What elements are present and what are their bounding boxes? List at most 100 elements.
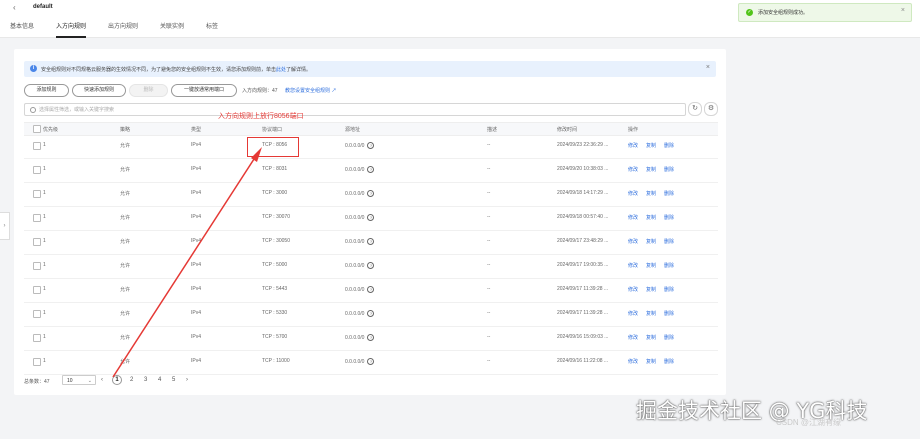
edit-button[interactable]: 修改 <box>628 142 638 149</box>
tab-basic-info[interactable]: 基本信息 <box>10 21 34 30</box>
teach-link[interactable]: 教您设置安全组规则 ↗ <box>285 87 336 94</box>
delete-rule-button[interactable]: 删除 <box>664 166 674 173</box>
cell-type: IPv4 <box>191 214 202 220</box>
help-icon[interactable]: ? <box>367 286 375 293</box>
help-icon[interactable]: ? <box>367 358 375 365</box>
search-input[interactable] <box>39 105 639 114</box>
table-row: 1 允许 IPv4 TCP : 30070 0.0.0.0/0? -- 2024/09/18… <box>24 206 718 231</box>
edit-button[interactable]: 修改 <box>628 286 638 293</box>
copy-button[interactable]: 复制 <box>646 214 656 221</box>
edit-button[interactable]: 修改 <box>628 334 638 341</box>
cell-priority: 1 <box>43 214 46 220</box>
copy-button[interactable]: 复制 <box>646 358 656 365</box>
quick-add-rule-button[interactable]: 快速添加规则 <box>72 84 126 97</box>
row-checkbox[interactable] <box>33 142 41 150</box>
chevron-left-icon[interactable]: ‹ <box>13 3 16 12</box>
allow-common-ports-button[interactable]: 一键放通常用端口 <box>171 84 237 97</box>
col-type[interactable]: 类型 <box>191 126 201 133</box>
help-icon[interactable]: ? <box>367 238 375 245</box>
copy-button[interactable]: 复制 <box>646 310 656 317</box>
help-icon[interactable]: ? <box>367 142 375 149</box>
tab-tags[interactable]: 标签 <box>206 21 218 30</box>
row-checkbox[interactable] <box>33 238 41 246</box>
help-icon[interactable]: ? <box>367 262 375 269</box>
page-2[interactable]: 2 <box>130 377 133 383</box>
row-checkbox[interactable] <box>33 214 41 222</box>
col-policy[interactable]: 策略 <box>120 126 130 133</box>
row-checkbox[interactable] <box>33 166 41 174</box>
delete-rule-button[interactable]: 删除 <box>664 238 674 245</box>
row-checkbox[interactable] <box>33 190 41 198</box>
delete-rule-button[interactable]: 删除 <box>664 262 674 269</box>
col-modified-time[interactable]: 修改时间 <box>557 126 577 133</box>
copy-button[interactable]: 复制 <box>646 238 656 245</box>
cell-port: TCP : 11000 <box>262 358 290 364</box>
row-checkbox[interactable] <box>33 262 41 270</box>
row-checkbox[interactable] <box>33 310 41 318</box>
delete-rule-button[interactable]: 删除 <box>664 334 674 341</box>
edit-button[interactable]: 修改 <box>628 358 638 365</box>
help-icon[interactable]: ? <box>367 190 375 197</box>
tab-inbound-rules[interactable]: 入方向规则 <box>56 21 87 38</box>
edit-button[interactable]: 修改 <box>628 166 638 173</box>
help-icon[interactable]: ? <box>367 166 375 173</box>
row-checkbox[interactable] <box>33 358 41 366</box>
help-icon[interactable]: ? <box>367 310 375 317</box>
copy-button[interactable]: 复制 <box>646 334 656 341</box>
tab-associated-instances[interactable]: 关联实例 <box>160 21 184 30</box>
add-rule-button[interactable]: 添加规则 <box>24 84 69 97</box>
close-icon[interactable]: × <box>901 7 905 14</box>
copy-button[interactable]: 复制 <box>646 142 656 149</box>
csdn-watermark: CSDN @江湖有缘 <box>776 418 842 427</box>
edit-button[interactable]: 修改 <box>628 238 638 245</box>
copy-button[interactable]: 复制 <box>646 262 656 269</box>
table-row: 1 允许 IPv4 TCP : 5443 0.0.0.0/0? -- 2024/09/17 … <box>24 278 718 303</box>
prev-page-button[interactable]: ‹ <box>101 377 103 383</box>
delete-rule-button[interactable]: 删除 <box>664 190 674 197</box>
col-port[interactable]: 协议端口 <box>262 126 282 133</box>
sidebar-toggle[interactable]: › <box>0 212 10 240</box>
annotation-highlight-box <box>247 137 299 157</box>
info-link[interactable]: 此处 <box>276 67 286 73</box>
page-4[interactable]: 4 <box>158 377 161 383</box>
delete-rule-button[interactable]: 删除 <box>664 142 674 149</box>
search-box <box>24 103 686 116</box>
col-priority[interactable]: 优先级 <box>43 126 58 133</box>
row-checkbox[interactable] <box>33 334 41 342</box>
tab-outbound-rules[interactable]: 出方向规则 <box>108 21 138 30</box>
edit-button[interactable]: 修改 <box>628 190 638 197</box>
col-source[interactable]: 源地址 <box>345 126 360 133</box>
gear-icon[interactable]: ⚙ <box>704 102 718 116</box>
copy-button[interactable]: 复制 <box>646 190 656 197</box>
help-icon[interactable]: ? <box>367 334 375 341</box>
page-size-select[interactable]: 10 ⌄ <box>62 375 96 385</box>
delete-rule-button[interactable]: 删除 <box>664 286 674 293</box>
edit-button[interactable]: 修改 <box>628 310 638 317</box>
page-3[interactable]: 3 <box>144 377 147 383</box>
delete-rule-button[interactable]: 删除 <box>664 310 674 317</box>
delete-rule-button[interactable]: 删除 <box>664 214 674 221</box>
cell-source: 0.0.0.0/0? <box>345 142 375 149</box>
row-checkbox[interactable] <box>33 286 41 294</box>
refresh-icon[interactable]: ↻ <box>688 102 702 116</box>
edit-button[interactable]: 修改 <box>628 214 638 221</box>
select-all-checkbox[interactable] <box>33 125 41 133</box>
delete-rule-button[interactable]: 删除 <box>664 358 674 365</box>
copy-button[interactable]: 复制 <box>646 286 656 293</box>
col-description[interactable]: 描述 <box>487 126 497 133</box>
cell-priority: 1 <box>43 286 46 292</box>
page-5[interactable]: 5 <box>172 377 175 383</box>
copy-button[interactable]: 复制 <box>646 166 656 173</box>
delete-button[interactable]: 删除 <box>129 84 168 97</box>
edit-button[interactable]: 修改 <box>628 262 638 269</box>
help-icon[interactable]: ? <box>367 214 375 221</box>
annotation-label: 入方向规则上放行8056端口 <box>218 113 304 120</box>
success-toast: ✓ 添加安全组规则成功。 × <box>738 3 912 22</box>
cell-source: 0.0.0.0/0? <box>345 214 375 221</box>
page-1[interactable]: 1 <box>112 375 122 385</box>
next-page-button[interactable]: › <box>186 377 188 383</box>
check-circle-icon: ✓ <box>746 9 753 16</box>
close-icon[interactable]: × <box>706 64 710 71</box>
cell-port: TCP : 5443 <box>262 286 288 292</box>
chevron-down-icon: ⌄ <box>87 378 92 384</box>
